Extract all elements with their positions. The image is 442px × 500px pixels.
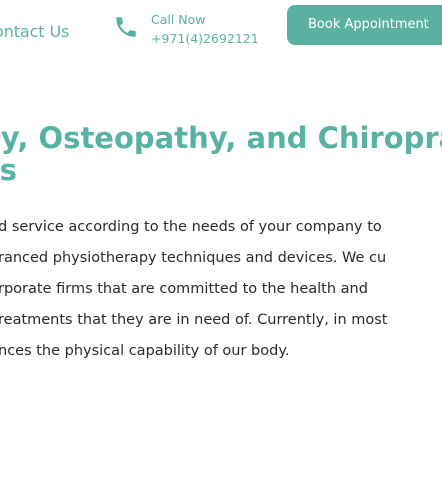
call-number-link[interactable]: +971(4)2692121 xyxy=(151,29,259,48)
call-now-label: Call Now xyxy=(151,12,206,27)
phone-icon[interactable] xyxy=(113,14,139,40)
paragraph-line: nces the physical capability of our body… xyxy=(0,343,290,359)
paragraph-line: d service according to the needs of your… xyxy=(0,219,382,235)
heading-line: py, Osteopathy, and Chiropra xyxy=(0,121,442,155)
paragraph-line: ranced physiotherapy techniques and devi… xyxy=(0,250,387,266)
page-heading: py, Osteopathy, and Chiropra es xyxy=(0,122,442,186)
paragraph-line: reatments that they are in need of. Curr… xyxy=(0,312,388,328)
contact-us-link[interactable]: ontact Us xyxy=(0,22,69,41)
site-header: ontact Us Call Now +971(4)2692121 Book A… xyxy=(0,0,442,60)
heading-line: es xyxy=(0,153,17,187)
call-now-block[interactable]: Call Now +971(4)2692121 xyxy=(151,10,259,48)
paragraph-line: rporate firms that are committed to the … xyxy=(0,281,368,297)
book-appointment-button[interactable]: Book Appointment xyxy=(287,5,442,45)
intro-paragraph: d service according to the needs of your… xyxy=(0,212,387,367)
